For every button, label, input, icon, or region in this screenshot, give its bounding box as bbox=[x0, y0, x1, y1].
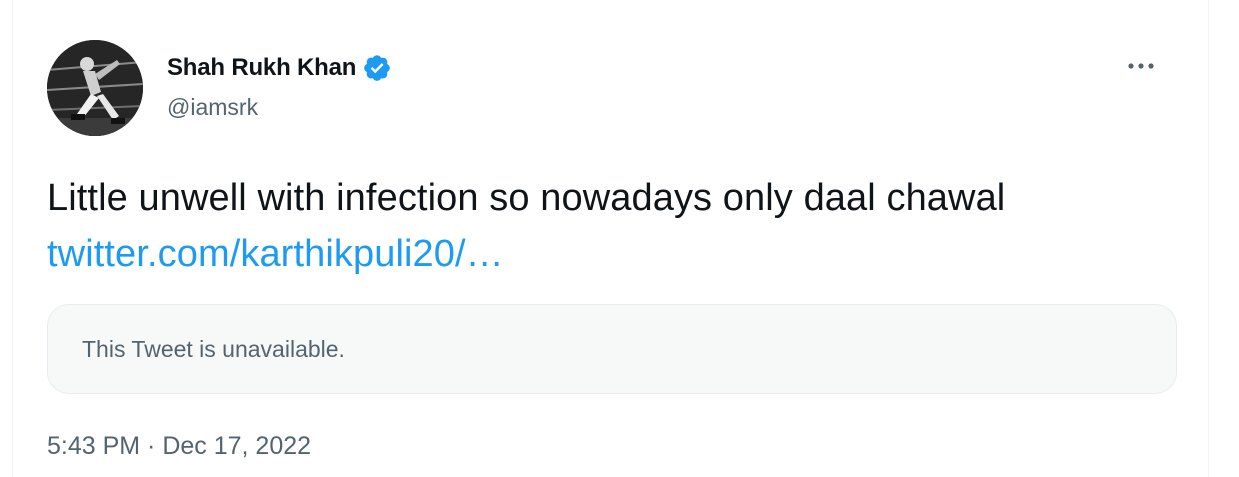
unavailable-notice: This Tweet is unavailable. bbox=[82, 335, 345, 362]
tweet-link[interactable]: twitter.com/karthikpuli20/… bbox=[47, 233, 504, 275]
more-horizontal-icon[interactable] bbox=[1124, 54, 1158, 78]
author-handle[interactable]: @iamsrk bbox=[167, 94, 258, 121]
avatar[interactable] bbox=[47, 40, 143, 136]
author-name-row[interactable]: Shah Rukh Khan bbox=[167, 52, 392, 84]
tweet-card: Shah Rukh Khan @iamsrk Little unwell wit… bbox=[12, 0, 1209, 477]
tweet-text: Little unwell with infection so nowadays… bbox=[47, 170, 1167, 282]
quoted-tweet-unavailable: This Tweet is unavailable. bbox=[47, 304, 1177, 394]
tweet-timestamp[interactable]: 5:43 PM · Dec 17, 2022 bbox=[47, 432, 311, 461]
author-name[interactable]: Shah Rukh Khan bbox=[167, 54, 356, 82]
tweet-body: Little unwell with infection so nowadays… bbox=[47, 177, 1006, 219]
verified-badge-icon bbox=[362, 53, 392, 83]
